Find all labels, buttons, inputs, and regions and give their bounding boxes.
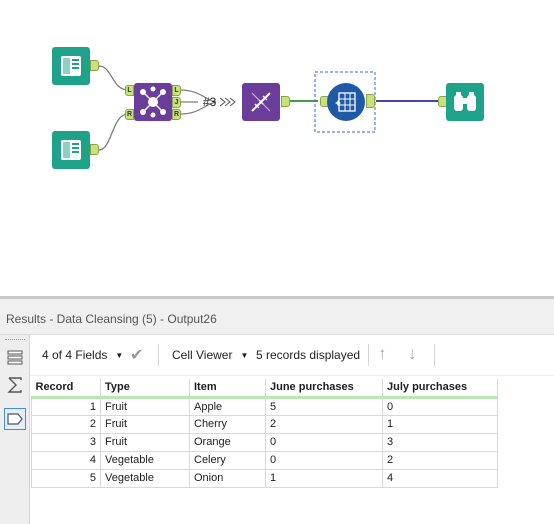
anchor-label: R (173, 111, 180, 118)
apply-check-icon[interactable]: ✔ (130, 345, 143, 365)
july-cell[interactable]: 1 (382, 414, 498, 434)
column-header-record[interactable]: Record (31, 379, 101, 399)
table-row[interactable]: 2 Fruit Cherry 2 1 (31, 414, 498, 434)
connection-input1-join[interactable] (98, 65, 129, 91)
grip-icon (5, 339, 25, 341)
toolbar-divider (158, 344, 159, 366)
anchor-label: L (174, 87, 179, 94)
type-cell[interactable]: Fruit (100, 414, 190, 434)
record-cell[interactable]: 2 (31, 414, 101, 434)
book-icon (61, 56, 81, 76)
item-cell[interactable]: Onion (189, 468, 266, 488)
june-cell[interactable]: 0 (265, 450, 383, 470)
type-cell[interactable]: Vegetable (100, 468, 190, 488)
june-cell[interactable]: 5 (265, 396, 383, 416)
input-1-output-anchor[interactable] (90, 60, 99, 71)
item-cell[interactable]: Orange (189, 432, 266, 452)
summary-view-button[interactable] (4, 374, 26, 396)
connection-input2-join[interactable] (98, 113, 129, 151)
item-cell[interactable]: Cherry (189, 414, 266, 434)
join-output-l-anchor[interactable]: L (172, 85, 181, 96)
results-table: Record Type Item June purchases July pur… (31, 379, 498, 488)
records-count: 5 records displayed (256, 348, 361, 362)
arrow-up-icon[interactable]: ↑ (378, 344, 387, 364)
cell-viewer-label: Cell Viewer (172, 348, 233, 362)
sigma-icon (7, 377, 22, 393)
type-cell[interactable]: Fruit (100, 432, 190, 452)
input-tool-2[interactable] (52, 131, 90, 169)
binoculars-icon (454, 92, 476, 111)
connection-count-label: #3 (203, 95, 217, 109)
join-input-r-anchor[interactable]: R (125, 109, 134, 120)
june-cell[interactable]: 2 (265, 414, 383, 434)
input-2-output-anchor[interactable] (90, 144, 99, 155)
fields-selector-label: 4 of 4 Fields (42, 348, 108, 362)
column-header-june[interactable]: June purchases (265, 379, 383, 399)
table-row[interactable]: 4 Vegetable Celery 0 2 (31, 450, 498, 470)
item-cell[interactable]: Celery (189, 450, 266, 470)
record-cell[interactable]: 4 (31, 450, 101, 470)
messages-view-button[interactable] (4, 347, 26, 369)
july-cell[interactable]: 4 (382, 468, 498, 488)
record-cell[interactable]: 1 (31, 396, 101, 416)
type-cell[interactable]: Vegetable (100, 450, 190, 470)
join-icon (140, 86, 166, 118)
june-cell[interactable]: 0 (265, 432, 383, 452)
cleansing-output-anchor[interactable] (366, 94, 375, 108)
chevron-down-icon: ▼ (115, 351, 124, 361)
chevron-down-icon: ▼ (240, 351, 249, 361)
july-cell[interactable]: 3 (382, 432, 498, 452)
table-header-row: Record Type Item June purchases July pur… (31, 379, 498, 399)
input-tool-1[interactable] (52, 47, 90, 85)
connection-arrow-icon (219, 97, 236, 107)
item-cell[interactable]: Apple (189, 396, 266, 416)
june-cell[interactable]: 1 (265, 468, 383, 488)
type-cell[interactable]: Fruit (100, 396, 190, 416)
transform-tool[interactable] (242, 83, 280, 121)
workflow-canvas[interactable]: L R L J R #3 (0, 0, 554, 296)
data-view-button[interactable] (4, 408, 26, 430)
anchor-label: J (174, 99, 179, 106)
tag-icon (7, 413, 23, 425)
toolbar-divider (368, 344, 369, 366)
browse-tool[interactable] (446, 83, 484, 121)
anchor-label: R (126, 111, 133, 118)
transform-output-anchor[interactable] (281, 96, 290, 107)
dna-icon (251, 92, 271, 112)
table-row[interactable]: 5 Vegetable Onion 1 4 (31, 468, 498, 488)
table-row[interactable]: 3 Fruit Orange 0 3 (31, 432, 498, 452)
book-icon (61, 140, 81, 160)
arrow-down-icon[interactable]: ↓ (408, 344, 417, 364)
column-header-type[interactable]: Type (100, 379, 190, 399)
join-input-l-anchor[interactable]: L (125, 85, 134, 96)
join-output-r-anchor[interactable]: R (172, 109, 181, 120)
results-toolbar: 4 of 4 Fields ▼ ✔ Cell Viewer ▼ 5 records … (30, 335, 554, 376)
join-tool[interactable] (134, 83, 172, 121)
results-panel: Results - Data Cleansing (5) - Output26 … (0, 296, 554, 524)
record-cell[interactable]: 3 (31, 432, 101, 452)
data-cleansing-icon (335, 92, 356, 112)
column-header-item[interactable]: Item (189, 379, 266, 399)
results-side-strip (0, 335, 30, 524)
july-cell[interactable]: 2 (382, 450, 498, 470)
column-header-july[interactable]: July purchases (382, 379, 498, 399)
results-title: Results - Data Cleansing (5) - Output26 (0, 299, 554, 335)
data-cleansing-tool[interactable] (327, 83, 365, 121)
fields-selector[interactable]: 4 of 4 Fields ▼ (42, 348, 123, 362)
table-row[interactable]: 1 Fruit Apple 5 0 (31, 396, 498, 416)
july-cell[interactable]: 0 (382, 396, 498, 416)
anchor-label: L (127, 87, 132, 94)
record-cell[interactable]: 5 (31, 468, 101, 488)
join-output-j-anchor[interactable]: J (172, 97, 181, 108)
toolbar-divider (434, 344, 435, 366)
cell-viewer-selector[interactable]: Cell Viewer ▼ (172, 348, 248, 362)
list-icon (7, 350, 23, 365)
